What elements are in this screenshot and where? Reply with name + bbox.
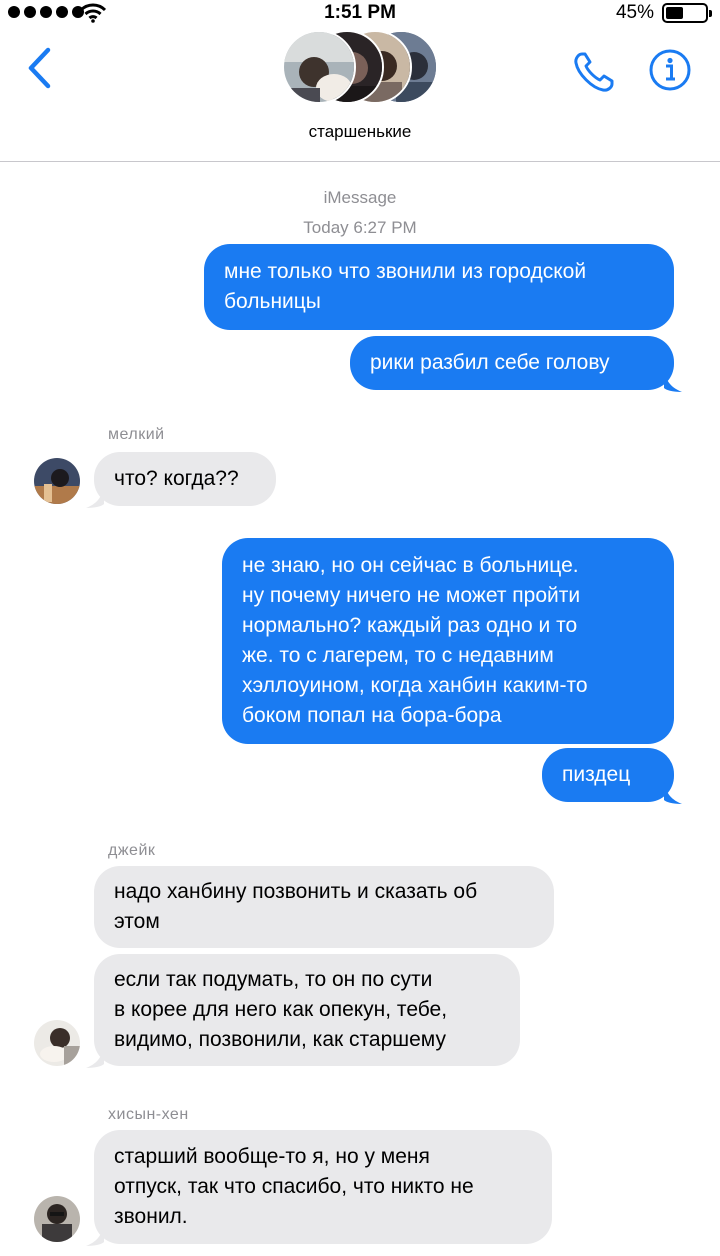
avatar[interactable] [34, 458, 80, 504]
sender-name: хисын-хен [108, 1106, 189, 1123]
outgoing-message[interactable]: пиздец [542, 748, 682, 804]
incoming-message[interactable]: если так подумать, то он по сути в корее… [86, 954, 520, 1068]
outgoing-message[interactable]: мне только что звонили из городской боль… [204, 244, 674, 330]
message-text: пиздец [562, 763, 631, 786]
avatar[interactable] [34, 1020, 80, 1066]
incoming-message[interactable]: старший вообще-то я, но у меня отпуск, т… [86, 1130, 552, 1246]
sender-name: мелкий [108, 426, 165, 443]
bubble-tail-icon [86, 1224, 104, 1246]
battery-icon [662, 3, 712, 23]
messages-screen: 1:51 PM 45% старшенькие iMessage Today 6… [0, 0, 720, 1256]
message-text: если так подумать, то он по сути в корее… [114, 968, 448, 1051]
phone-call-icon[interactable] [570, 48, 618, 96]
service-label: iMessage [323, 188, 397, 207]
bubble-tail-icon [86, 1046, 104, 1068]
status-time: 1:51 PM [324, 2, 396, 23]
message-timestamp: Today 6:27 PM [303, 218, 417, 237]
message-text: рики разбил себе голову [370, 351, 610, 374]
sender-name: джейк [108, 842, 156, 859]
message-text: старший вообще-то я, но у меня отпуск, т… [114, 1145, 474, 1228]
outgoing-message[interactable]: рики разбил себе голову [350, 336, 682, 392]
conversation-header: старшенькие [0, 26, 720, 162]
incoming-message[interactable]: что? когда?? [86, 452, 276, 508]
outgoing-message[interactable]: не знаю, но он сейчас в больнице. ну поч… [222, 538, 674, 744]
group-avatar-1 [282, 30, 356, 104]
info-icon[interactable] [648, 48, 692, 92]
incoming-message[interactable]: надо ханбину позвонить и сказать об этом [94, 866, 554, 948]
bubble-tail-icon [664, 370, 682, 392]
group-name[interactable]: старшенькие [0, 122, 720, 142]
battery-percentage: 45% [615, 2, 654, 23]
back-chevron-icon[interactable] [26, 46, 54, 90]
avatar[interactable] [34, 1196, 80, 1242]
message-text: надо ханбину позвонить и сказать об этом [114, 880, 478, 933]
bubble-tail-icon [86, 486, 104, 508]
status-bar: 1:51 PM 45% [0, 0, 720, 26]
message-text: что? когда?? [114, 467, 239, 490]
message-text: мне только что звонили из городской боль… [224, 260, 587, 313]
bubble-tail-icon [664, 782, 682, 804]
group-avatars[interactable] [282, 30, 442, 106]
message-text: не знаю, но он сейчас в больнице. ну поч… [242, 554, 588, 727]
